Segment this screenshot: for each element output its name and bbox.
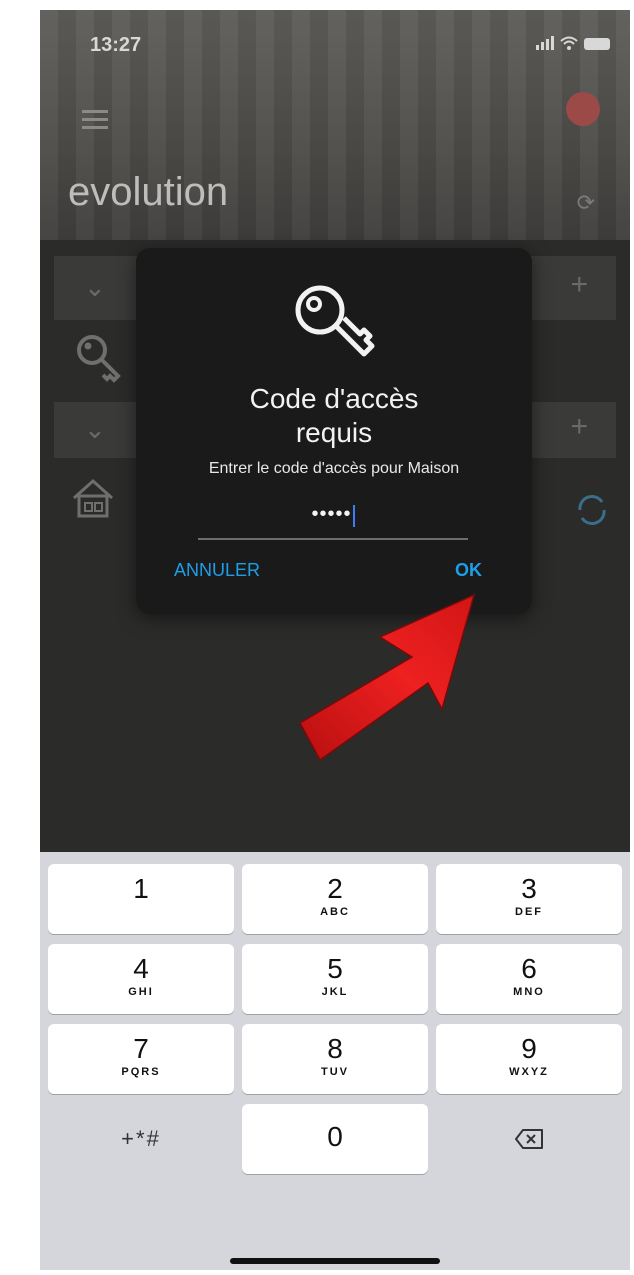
symbols-label: +*# [121,1126,161,1151]
key-letters: PQRS [121,1066,161,1078]
phone-screen: 13:27 evolution ⟳ ⌄ + ⌄ + Code d'accès r… [40,10,630,1270]
home-icon [72,478,114,518]
wifi-icon [560,36,578,50]
key-digit: 1 [133,873,149,904]
access-code-dialog: Code d'accès requis Entrer le code d'acc… [136,248,532,614]
home-indicator[interactable] [230,1258,440,1264]
key-digit: 8 [327,1033,343,1064]
key-letters: WXYZ [509,1066,549,1078]
key-0[interactable]: 0 [242,1104,428,1174]
ok-button[interactable]: OK [455,560,482,581]
sync-icon [578,495,606,525]
key-3[interactable]: 3 DEF [436,864,622,934]
access-code-value: ••••• [311,503,352,525]
background-key-icon [77,335,121,383]
key-digit: 9 [521,1033,537,1064]
key-letters: GHI [128,986,154,998]
key-9[interactable]: 9 WXYZ [436,1024,622,1094]
battery-icon [584,38,610,50]
access-code-input[interactable]: ••••• [198,498,468,540]
key-digit: 3 [521,873,537,904]
key-5[interactable]: 5 JKL [242,944,428,1014]
key-2[interactable]: 2 ABC [242,864,428,934]
plus-icon: + [570,410,588,443]
symbols-key[interactable]: +*# [48,1104,234,1174]
status-time: 13:27 [90,34,142,56]
signal-icon [536,36,554,50]
key-6[interactable]: 6 MNO [436,944,622,1014]
delete-key[interactable] [436,1104,622,1174]
chevron-down-icon: ⌄ [84,414,106,444]
key-digit: 4 [133,953,149,984]
key-letters: MNO [513,986,545,998]
key-icon [295,285,375,357]
key-letters: DEF [515,906,543,918]
key-digit: 7 [133,1033,149,1064]
key-letters: TUV [321,1066,349,1078]
app-title: evolution [68,170,229,214]
key-4[interactable]: 4 GHI [48,944,234,1014]
dialog-title: Code d'accès requis [249,383,419,448]
red-pointer-arrow-icon [298,593,476,762]
notification-bell-icon[interactable] [566,92,600,126]
key-digit: 5 [327,953,343,984]
key-digit: 0 [327,1121,343,1152]
plus-icon: + [570,268,588,301]
text-caret [352,504,355,527]
key-digit: 2 [327,873,343,904]
refresh-icon[interactable]: ⟳ [577,190,595,216]
key-8[interactable]: 8 TUV [242,1024,428,1094]
key-letters: JKL [321,986,349,998]
backspace-icon [515,1128,543,1149]
menu-icon[interactable] [82,110,108,134]
key-1[interactable]: 1 [48,864,234,934]
numeric-keypad: 1 2 ABC 3 DEF 4 GHI 5 JKL 6 MNO 7 PQRS 8 [40,852,630,1270]
key-letters: ABC [320,906,350,918]
dialog-subtitle: Entrer le code d'accès pour Maison [208,460,460,477]
key-digit: 6 [521,953,537,984]
status-icons [536,36,610,50]
chevron-down-icon: ⌄ [84,272,106,302]
key-7[interactable]: 7 PQRS [48,1024,234,1094]
cancel-button[interactable]: ANNULER [174,560,260,581]
